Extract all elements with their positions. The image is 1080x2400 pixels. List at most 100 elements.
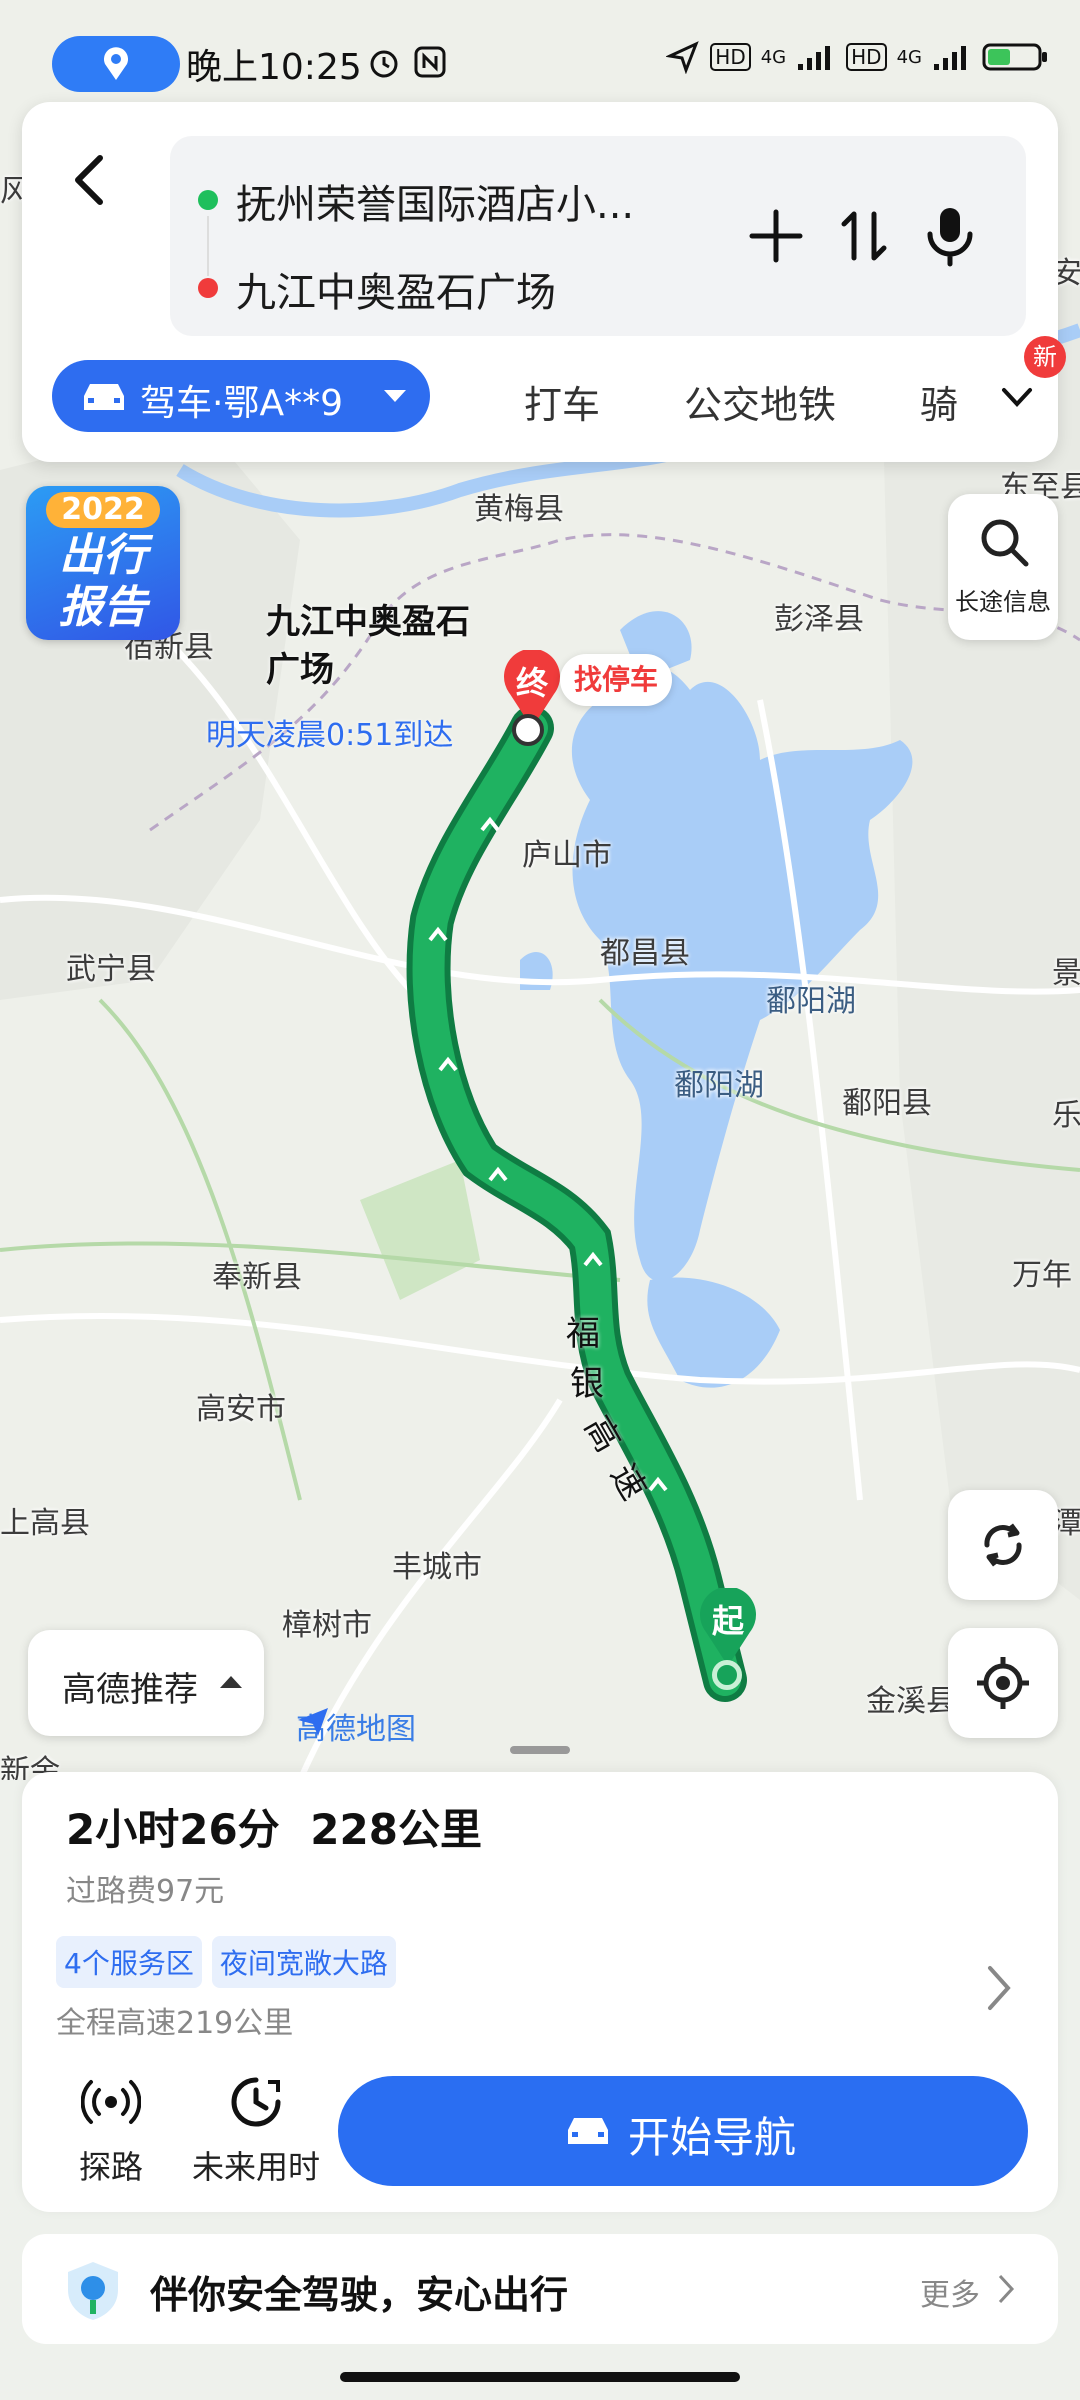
car-icon bbox=[568, 2118, 608, 2144]
tab-taxi[interactable]: 打车 bbox=[524, 374, 600, 429]
map-label-poyang-county: 鄱阳县 bbox=[842, 1086, 932, 1121]
travel-report-year: 2022 bbox=[46, 492, 160, 528]
route-summary[interactable]: 2小时26分 228公里 bbox=[66, 1796, 482, 1857]
safety-text: 伴你安全驾驶，安心出行 bbox=[150, 2273, 569, 2317]
amap-brand: 高德地图 bbox=[296, 1704, 416, 1748]
start-marker-text: 起 bbox=[711, 1602, 744, 1640]
swap-icon[interactable] bbox=[834, 206, 894, 266]
add-waypoint-icon[interactable] bbox=[746, 206, 806, 266]
route-search-card: 抚州荣誉国际酒店小... 九江中奥盈石广场 驾车·鄂A**9 打车 公交地铁 骑… bbox=[22, 102, 1066, 462]
map-label-le: 乐 bbox=[1052, 1098, 1080, 1133]
safety-shield-icon bbox=[68, 2262, 118, 2320]
broadcast-icon bbox=[81, 2080, 141, 2124]
search-icon bbox=[981, 519, 1029, 567]
locate-icon bbox=[977, 1657, 1029, 1709]
map-label-duchang: 都昌县 bbox=[600, 936, 690, 971]
find-parking-button[interactable]: 找停车 bbox=[560, 654, 673, 706]
new-badge: 新 bbox=[1024, 336, 1066, 378]
tag-night-wide-road: 夜间宽敞大路 bbox=[211, 1936, 396, 1988]
status-time: 晚上10:25 bbox=[186, 47, 362, 88]
map-label-pengze: 彭泽县 bbox=[774, 602, 864, 637]
tab-transit[interactable]: 公交地铁 bbox=[684, 374, 836, 429]
recommend-dropdown[interactable]: 高德推荐 bbox=[28, 1630, 264, 1736]
destination-map-name: 九江中奥盈石 广场 bbox=[266, 598, 470, 694]
explore-road-button[interactable]: 探路 bbox=[56, 2072, 166, 2192]
highway-label-2: 银 bbox=[570, 1364, 604, 1404]
destination-map-name-line1: 九江中奥盈石 bbox=[266, 602, 470, 642]
alarm-icon bbox=[366, 44, 402, 84]
map-label-zhangshu: 樟树市 bbox=[282, 1608, 372, 1643]
nfc-icon bbox=[412, 44, 448, 84]
explore-road-label: 探路 bbox=[78, 2148, 143, 2186]
map-label-huangmei: 黄梅县 bbox=[474, 492, 564, 527]
end-point-dot bbox=[512, 714, 544, 746]
map-label-shanggao: 上高县 bbox=[0, 1506, 90, 1541]
safety-banner[interactable]: 伴你安全驾驶，安心出行 更多 bbox=[22, 2234, 1058, 2344]
origin-field[interactable]: 抚州荣誉国际酒店小... bbox=[236, 172, 634, 230]
route-duration: 2小时26分 bbox=[66, 1805, 280, 1854]
safety-more-link[interactable]: 更多 bbox=[920, 2270, 980, 2314]
travel-mode-tabs: 驾车·鄂A**9 打车 公交地铁 骑 新 bbox=[52, 336, 1066, 432]
signal-icon-2 bbox=[934, 46, 966, 70]
future-time-button[interactable]: 未来用时 bbox=[186, 2072, 326, 2192]
chevron-right-icon[interactable] bbox=[982, 1962, 1016, 2014]
chevron-left-icon bbox=[75, 155, 103, 205]
tab-drive-label: 驾车·鄂A**9 bbox=[140, 383, 343, 424]
map-label-gaoan: 高安市 bbox=[196, 1392, 286, 1427]
start-point-dot bbox=[712, 1660, 742, 1690]
caret-down-icon bbox=[384, 390, 406, 402]
location-pin-icon bbox=[104, 47, 128, 80]
travel-report-badge[interactable]: 2022 出行 报告 bbox=[26, 486, 180, 640]
route-distance: 228公里 bbox=[310, 1805, 482, 1854]
future-time-label: 未来用时 bbox=[191, 2148, 320, 2186]
travel-report-line1: 出行 bbox=[59, 530, 147, 581]
home-indicator[interactable] bbox=[340, 2372, 740, 2382]
map-label-wannian: 万年 bbox=[1012, 1258, 1072, 1293]
recommend-label: 高德推荐 bbox=[62, 1670, 198, 1710]
hd-badge-1: HD bbox=[710, 43, 751, 71]
navigation-arrow-icon bbox=[666, 41, 700, 74]
start-navigation-label: 开始导航 bbox=[628, 2113, 797, 2162]
toll-fee: 过路费97元 bbox=[66, 1874, 225, 1909]
route-tags: 4个服务区 夜间宽敞大路 bbox=[56, 1936, 406, 1988]
map-label-jinxi: 金溪县 bbox=[866, 1684, 956, 1719]
panel-drag-handle[interactable] bbox=[510, 1746, 570, 1754]
long-trip-info-button[interactable]: 长途信息 bbox=[948, 494, 1058, 640]
network-type-1: 4G bbox=[760, 46, 787, 68]
tab-bike[interactable]: 骑 bbox=[920, 374, 958, 429]
car-icon bbox=[84, 384, 124, 410]
highway-label-1: 福 bbox=[566, 1314, 600, 1354]
map-label-fengcheng: 丰城市 bbox=[392, 1550, 482, 1585]
map-label-jing: 景 bbox=[1052, 956, 1080, 991]
network-type-2: 4G bbox=[896, 46, 922, 68]
amap-logo-icon bbox=[298, 1708, 328, 1736]
status-indicators: HD 4G HD 4G bbox=[666, 40, 1050, 74]
locate-button[interactable] bbox=[948, 1628, 1058, 1738]
origin-dot bbox=[198, 190, 218, 210]
route-input-box: 抚州荣誉国际酒店小... 九江中奥盈石广场 bbox=[170, 136, 1026, 336]
refresh-icon bbox=[984, 1523, 1022, 1567]
map-label-wuning: 武宁县 bbox=[66, 952, 156, 987]
hd-badge-2: HD bbox=[846, 43, 887, 71]
destination-dot bbox=[198, 278, 218, 298]
map-label-fengxin: 奉新县 bbox=[212, 1260, 302, 1295]
route-summary-panel: 2小时26分 228公里 过路费97元 4个服务区 夜间宽敞大路 全程高速219公… bbox=[22, 1772, 1058, 2212]
signal-icon-1 bbox=[798, 46, 831, 70]
arrival-time: 明天凌晨0:51到达 bbox=[206, 718, 454, 753]
start-navigation-button[interactable]: 开始导航 bbox=[338, 2076, 1028, 2186]
map-label-poyang-lake-1: 鄱阳湖 bbox=[766, 984, 856, 1019]
destination-field[interactable]: 九江中奥盈石广场 bbox=[236, 260, 556, 318]
tab-drive[interactable]: 驾车·鄂A**9 bbox=[52, 360, 430, 432]
tag-service-areas: 4个服务区 bbox=[56, 1936, 202, 1988]
location-indicator[interactable] bbox=[52, 36, 180, 92]
caret-up-icon bbox=[220, 1676, 242, 1688]
clock-icon bbox=[231, 2077, 281, 2127]
travel-report-line2: 报告 bbox=[59, 582, 147, 633]
route-connector bbox=[207, 216, 209, 276]
chevron-down-icon[interactable] bbox=[1000, 384, 1034, 410]
battery-icon bbox=[982, 43, 1047, 71]
microphone-icon[interactable] bbox=[920, 204, 980, 268]
refresh-route-button[interactable] bbox=[948, 1490, 1058, 1600]
chevron-right-icon bbox=[998, 2274, 1015, 2304]
back-button[interactable] bbox=[62, 150, 122, 210]
